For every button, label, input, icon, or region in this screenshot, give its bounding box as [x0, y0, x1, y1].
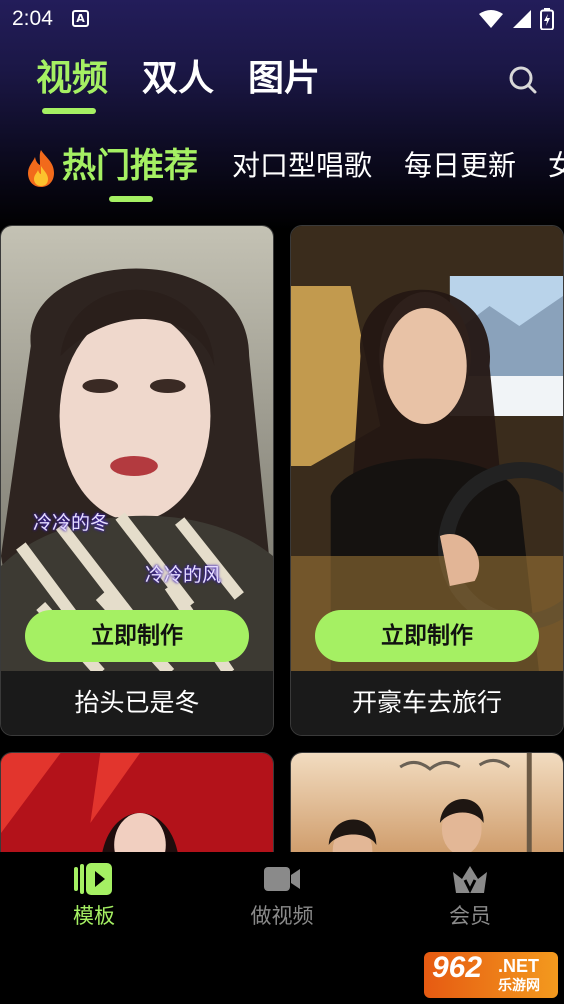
make-now-button[interactable]: 立即制作	[25, 610, 249, 662]
site-watermark-logo: 962 .NET 乐游网	[424, 952, 558, 998]
template-play-icon	[74, 863, 112, 895]
fire-icon	[28, 150, 54, 187]
status-bar: 2:04 A	[0, 0, 564, 38]
make-now-button[interactable]: 立即制作	[315, 610, 539, 662]
template-card[interactable]: 冷冷的冬 冷冷的风 立即制作 抬头已是冬	[0, 225, 274, 736]
template-card[interactable]: 立即制作 开豪车去旅行	[290, 225, 564, 736]
nav-label: 模板	[73, 904, 115, 928]
search-icon[interactable]	[508, 65, 538, 95]
status-time: 2:04	[12, 7, 53, 30]
category-tab-lipsync[interactable]: 对口型唱歌	[232, 142, 372, 190]
status-icons	[478, 8, 554, 30]
category-active-indicator	[109, 196, 153, 202]
watermark-number: 962	[432, 951, 483, 984]
category-tab-female[interactable]: 女	[548, 142, 564, 190]
lyric-line: 冷冷的冬	[33, 512, 110, 534]
watermark-sub: 乐游网	[498, 977, 540, 993]
category-tab-hot[interactable]: 热门推荐	[62, 142, 198, 190]
tab-photo[interactable]: 图片	[248, 56, 320, 102]
cellular-signal-icon	[513, 10, 531, 28]
tab-video[interactable]: 视频	[36, 56, 108, 114]
video-camera-icon	[264, 867, 300, 891]
nav-label: 会员	[449, 904, 491, 928]
lyric-line: 冷冷的风	[145, 564, 222, 586]
nav-make-video[interactable]: 做视频	[222, 862, 342, 930]
category-tab-daily[interactable]: 每日更新	[404, 142, 516, 190]
nav-label: 做视频	[250, 904, 314, 928]
category-tabs: 热门推荐 对口型唱歌 每日更新 女	[22, 142, 564, 202]
template-thumbnail	[1, 226, 273, 673]
tab-duo[interactable]: 双人	[142, 56, 214, 102]
wifi-icon	[479, 10, 503, 28]
template-thumbnail	[291, 226, 563, 673]
battery-icon	[540, 8, 554, 30]
crown-vip-icon	[453, 866, 487, 894]
notification-icon: A	[72, 10, 89, 27]
template-title: 抬头已是冬	[1, 671, 273, 735]
main-tabs: 视频 双人 图片	[36, 56, 320, 114]
template-title: 开豪车去旅行	[291, 671, 563, 735]
watermark-net: .NET	[498, 956, 540, 976]
nav-templates[interactable]: 模板	[34, 862, 154, 930]
nav-membership[interactable]: 会员	[410, 862, 530, 930]
